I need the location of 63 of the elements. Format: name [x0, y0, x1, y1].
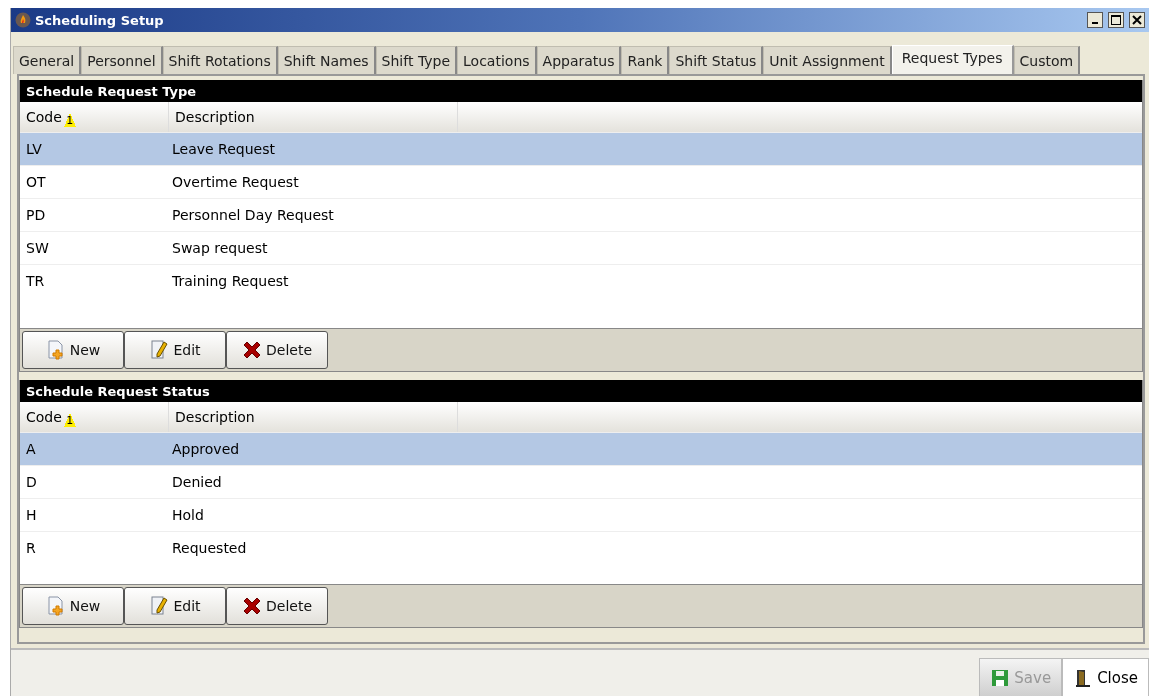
tab[interactable]: Request Types: [891, 45, 1014, 74]
new-button[interactable]: New: [22, 587, 124, 625]
table-cell-text: PD: [25, 207, 47, 223]
pencil-note-icon: [149, 596, 170, 616]
table-cell-text: Swap request: [171, 240, 269, 256]
table-cell-text: Leave Request: [171, 141, 276, 157]
table-cell-text: H: [25, 507, 38, 523]
delete-button[interactable]: Delete: [226, 331, 328, 369]
table-cell-text: Training Request: [171, 273, 290, 289]
table-cell-text: Hold: [171, 507, 205, 523]
table-cell-text: LV: [25, 141, 43, 157]
close-button[interactable]: [1129, 12, 1145, 28]
tab[interactable]: Shift Names: [277, 46, 376, 74]
table-row[interactable]: LV Leave Request: [20, 132, 1142, 165]
edit-button[interactable]: Edit: [124, 587, 226, 625]
table-row[interactable]: OT Overtime Request: [20, 165, 1142, 198]
tab[interactable]: Custom: [1013, 46, 1081, 74]
maximize-button[interactable]: [1108, 12, 1124, 28]
panel-header: Schedule Request Status: [20, 380, 1142, 402]
new-button[interactable]: New: [22, 331, 124, 369]
table-cell-text: Approved: [171, 441, 241, 457]
tab[interactable]: Unit Assignment: [763, 46, 892, 74]
close-button[interactable]: Close: [1062, 658, 1149, 696]
table-row[interactable]: TR Training Request: [20, 264, 1142, 297]
panel-header: Schedule Request Type: [20, 80, 1142, 102]
table-cell-text: SW: [25, 240, 50, 256]
sort-indicator: 1: [63, 113, 76, 127]
tab[interactable]: General: [13, 46, 82, 74]
table-cell-text: Overtime Request: [171, 174, 300, 190]
delete-x-icon: [242, 340, 262, 360]
table-cell-text: R: [25, 540, 37, 556]
edit-button[interactable]: Edit: [124, 331, 226, 369]
tab[interactable]: Shift Status: [669, 46, 764, 74]
close-icon: [1132, 15, 1142, 25]
sort-indicator: 1: [63, 413, 76, 427]
flame-logo-icon: [15, 12, 31, 28]
table-cell-text: Denied: [171, 474, 223, 490]
table-cell-text: Personnel Day Request: [171, 207, 335, 223]
new-document-icon: [45, 340, 66, 360]
table-cell-text: OT: [25, 174, 47, 190]
table-row[interactable]: SW Swap request: [20, 231, 1142, 264]
pencil-note-icon: [149, 340, 170, 360]
table-row[interactable]: D Denied: [20, 465, 1142, 498]
table-cell-text: A: [25, 441, 37, 457]
minimize-button[interactable]: [1087, 12, 1103, 28]
tab[interactable]: Shift Type: [375, 46, 458, 74]
table-row[interactable]: H Hold: [20, 498, 1142, 531]
delete-x-icon: [242, 596, 262, 616]
tab[interactable]: Locations: [457, 46, 537, 74]
table-cell-text: D: [25, 474, 38, 490]
table-cell-text: TR: [25, 273, 46, 289]
tab[interactable]: Apparatus: [536, 46, 622, 74]
table-row[interactable]: A Approved: [20, 432, 1142, 465]
tab[interactable]: Personnel: [81, 46, 163, 74]
tab[interactable]: Shift Rotations: [162, 46, 278, 74]
table-row[interactable]: PD Personnel Day Request: [20, 198, 1142, 231]
tab[interactable]: Rank: [621, 46, 670, 74]
maximize-icon: [1111, 15, 1121, 25]
table-cell-text: Requested: [171, 540, 248, 556]
new-document-icon: [45, 596, 66, 616]
table-row[interactable]: R Requested: [20, 531, 1142, 564]
window-title: Scheduling Setup: [35, 12, 165, 28]
delete-button[interactable]: Delete: [226, 587, 328, 625]
